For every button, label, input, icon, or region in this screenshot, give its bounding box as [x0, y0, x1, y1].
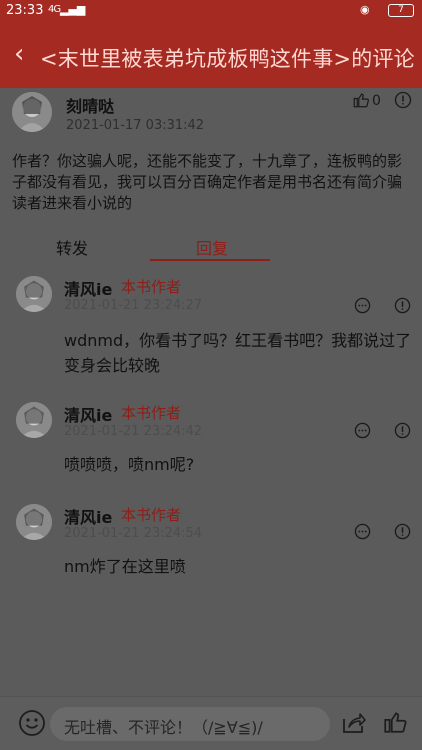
author-badge: 本书作者: [121, 404, 182, 422]
thumbs-up-icon[interactable]: [382, 709, 408, 735]
avatar[interactable]: [16, 276, 52, 312]
avatar[interactable]: [16, 504, 52, 540]
signal-icon: ▂▄▆: [60, 3, 86, 16]
tab-reply[interactable]: 回复: [196, 235, 228, 259]
app-header: ‹ <末世里被表弟坑成板鸭这件事>的评论: [0, 22, 422, 88]
like-count: 0: [372, 93, 381, 109]
reply-datetime: 2021-01-21 23:24:42: [64, 424, 203, 439]
tab-bar: 转发 回复: [0, 227, 422, 263]
reply-datetime: 2021-01-21 23:24:27: [64, 298, 203, 313]
report-icon[interactable]: [394, 91, 412, 109]
comment-body: 作者？你这骗人呢，还能不能变了，十九章了，连板鸭的影子都没有看见，我可以百分百确…: [12, 152, 403, 212]
avatar[interactable]: [12, 92, 52, 132]
reply-datetime: 2021-01-21 23:24:54: [64, 526, 203, 541]
status-time: 23:33: [6, 3, 44, 18]
network-indicator: 4G: [48, 4, 61, 15]
comment-username[interactable]: 刻晴哒: [66, 93, 114, 117]
comment-icon[interactable]: [354, 422, 371, 439]
reply-username[interactable]: 清风ie: [64, 402, 112, 426]
avatar[interactable]: [16, 402, 52, 438]
reply-username[interactable]: 清风ie: [64, 276, 112, 300]
status-bar: 23:33 4G ▂▄▆ ◉ 7: [0, 0, 422, 22]
alarm-icon: ◉: [360, 3, 370, 16]
reply-text: nm炸了在这里喷: [64, 557, 186, 576]
comment-datetime: 2021-01-17 03:31:42: [66, 118, 205, 133]
reply-text: 喷喷喷，喷nm呢?: [64, 455, 195, 474]
page-title: <末世里被表弟坑成板鸭这件事>的评论: [40, 47, 415, 71]
author-badge: 本书作者: [121, 278, 182, 296]
bottom-bar: 无吐槽、不评论！（/≧∀≦)/: [0, 696, 422, 750]
tab-underline: [150, 259, 270, 261]
share-icon[interactable]: [340, 710, 366, 736]
comment-input-placeholder: 无吐槽、不评论！（/≧∀≦)/: [64, 718, 263, 737]
comment-detail: 刻晴哒 2021-01-17 03:31:42 0 作者？你这骗人呢，还能不能变…: [0, 88, 422, 750]
back-arrow-icon[interactable]: ‹: [14, 39, 24, 69]
comment-input[interactable]: 无吐槽、不评论！（/≧∀≦)/: [50, 707, 330, 741]
report-icon[interactable]: [394, 297, 411, 314]
comment-icon[interactable]: [354, 297, 371, 314]
author-badge: 本书作者: [121, 506, 182, 524]
report-icon[interactable]: [394, 523, 411, 540]
tab-forward[interactable]: 转发: [56, 235, 88, 259]
reply-username[interactable]: 清风ie: [64, 504, 112, 528]
thumbs-up-icon[interactable]: [352, 91, 370, 109]
battery-icon: 7: [388, 4, 414, 17]
emoji-icon[interactable]: [18, 709, 46, 737]
comment-icon[interactable]: [354, 523, 371, 540]
report-icon[interactable]: [394, 422, 411, 439]
reply-text: wdnmd，你看书了吗？红王看书吧？我都说过了变身会比较晚: [64, 331, 412, 375]
